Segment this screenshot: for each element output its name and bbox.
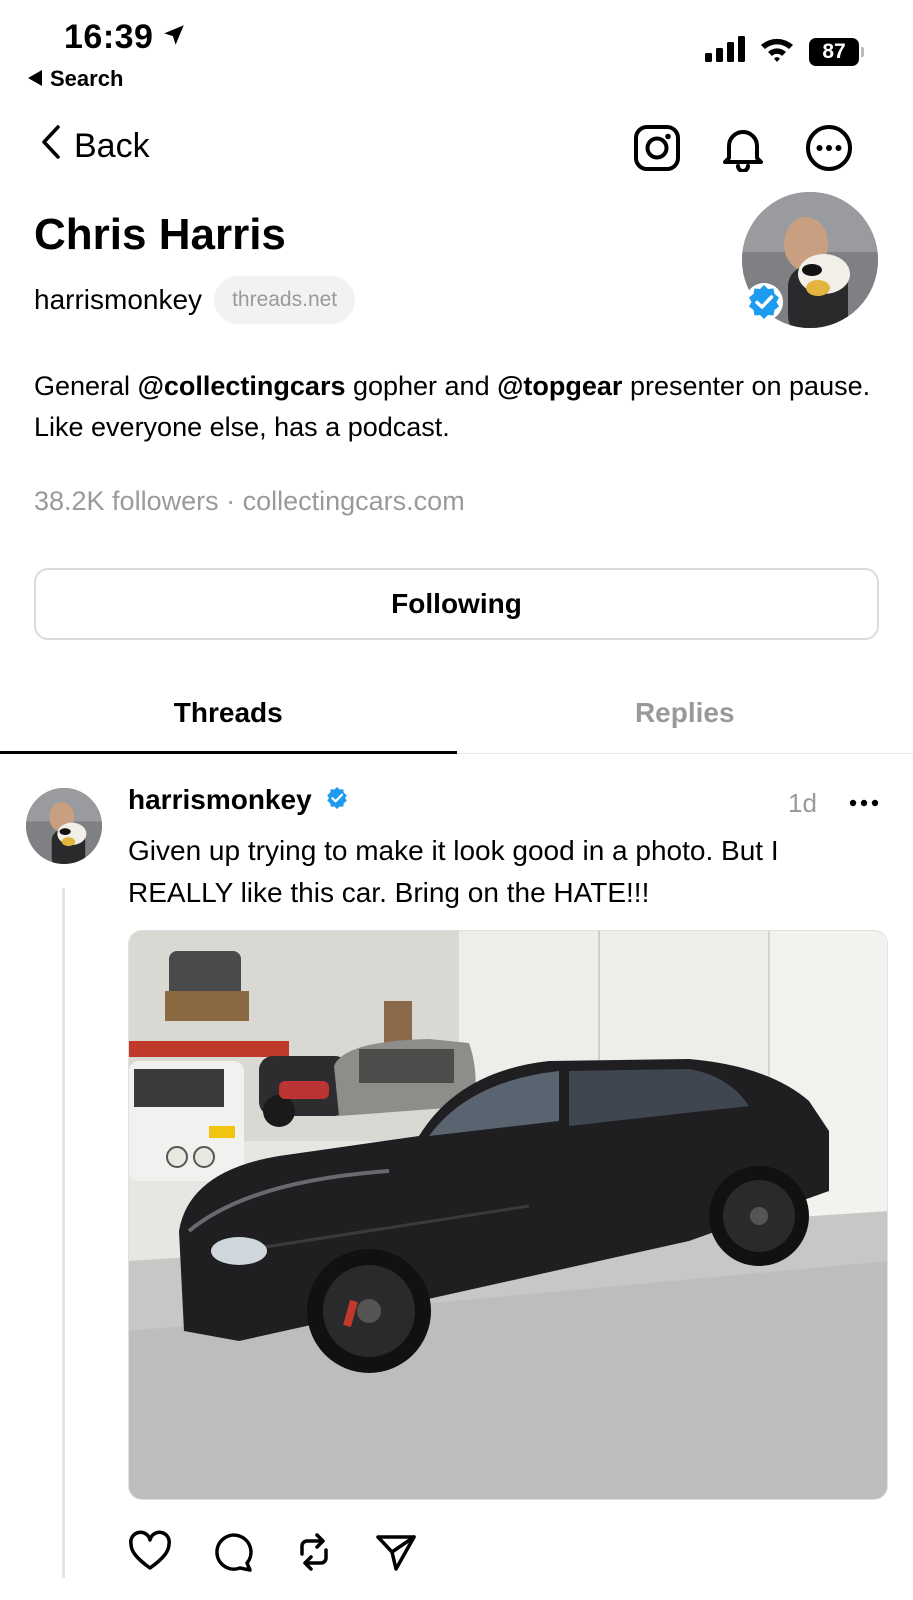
followers-count[interactable]: 38.2K followers bbox=[34, 486, 219, 516]
post-timestamp: 1d bbox=[788, 788, 817, 818]
back-label: Back bbox=[74, 127, 150, 165]
back-app-label: Search bbox=[50, 66, 124, 91]
profile-handle: harrismonkey bbox=[34, 284, 203, 315]
handle-row: harrismonkey threads.net bbox=[34, 276, 356, 324]
battery-indicator: 87 bbox=[809, 37, 864, 66]
more-icon[interactable] bbox=[805, 124, 853, 172]
chevron-left-icon bbox=[40, 124, 62, 169]
bell-icon[interactable] bbox=[719, 124, 767, 173]
status-time-text: 16:39 bbox=[64, 18, 154, 56]
profile-meta: 38.2K followers · collectingcars.com bbox=[34, 486, 465, 517]
comment-icon[interactable] bbox=[210, 1530, 254, 1574]
post-text: Given up trying to make it look good in … bbox=[128, 835, 779, 908]
instagram-icon[interactable] bbox=[633, 124, 681, 172]
status-indicators: 87 bbox=[705, 36, 864, 67]
post-avatar[interactable] bbox=[26, 788, 102, 864]
domain-badge[interactable]: threads.net bbox=[214, 276, 356, 324]
share-icon[interactable] bbox=[374, 1530, 418, 1574]
back-triangle-icon bbox=[28, 66, 42, 92]
nav-actions bbox=[633, 124, 853, 173]
thread-line bbox=[62, 888, 65, 1578]
mention-topgear[interactable]: @topgear bbox=[497, 371, 622, 401]
heart-icon[interactable] bbox=[128, 1530, 172, 1574]
post-header: harrismonkey bbox=[128, 784, 350, 816]
bio-text: General bbox=[34, 371, 138, 401]
website-link[interactable]: collectingcars.com bbox=[243, 486, 465, 516]
back-button[interactable]: Back bbox=[40, 124, 150, 169]
status-time: 16:39 bbox=[64, 18, 187, 57]
profile-name: Chris Harris bbox=[34, 210, 286, 259]
profile-bio: General @collectingcars gopher and @topg… bbox=[34, 366, 884, 448]
mention-collectingcars[interactable]: @collectingcars bbox=[138, 371, 346, 401]
verified-badge-icon bbox=[744, 282, 784, 322]
wifi-icon bbox=[759, 36, 795, 67]
post-actions bbox=[128, 1530, 418, 1574]
post-more-icon[interactable] bbox=[846, 788, 882, 818]
meta-separator: · bbox=[218, 486, 243, 516]
post-username[interactable]: harrismonkey bbox=[128, 784, 312, 816]
signal-icon bbox=[705, 36, 745, 67]
bio-text: gopher and bbox=[345, 371, 498, 401]
tab-threads[interactable]: Threads bbox=[0, 672, 457, 754]
post-image[interactable] bbox=[128, 930, 888, 1500]
location-arrow-icon bbox=[161, 18, 187, 57]
following-button[interactable]: Following bbox=[34, 568, 879, 640]
repost-icon[interactable] bbox=[292, 1530, 336, 1574]
verified-badge-icon bbox=[324, 785, 350, 816]
profile-tabs: Threads Replies bbox=[0, 672, 913, 754]
tab-replies[interactable]: Replies bbox=[457, 672, 913, 753]
back-to-app[interactable]: Search bbox=[28, 66, 123, 92]
